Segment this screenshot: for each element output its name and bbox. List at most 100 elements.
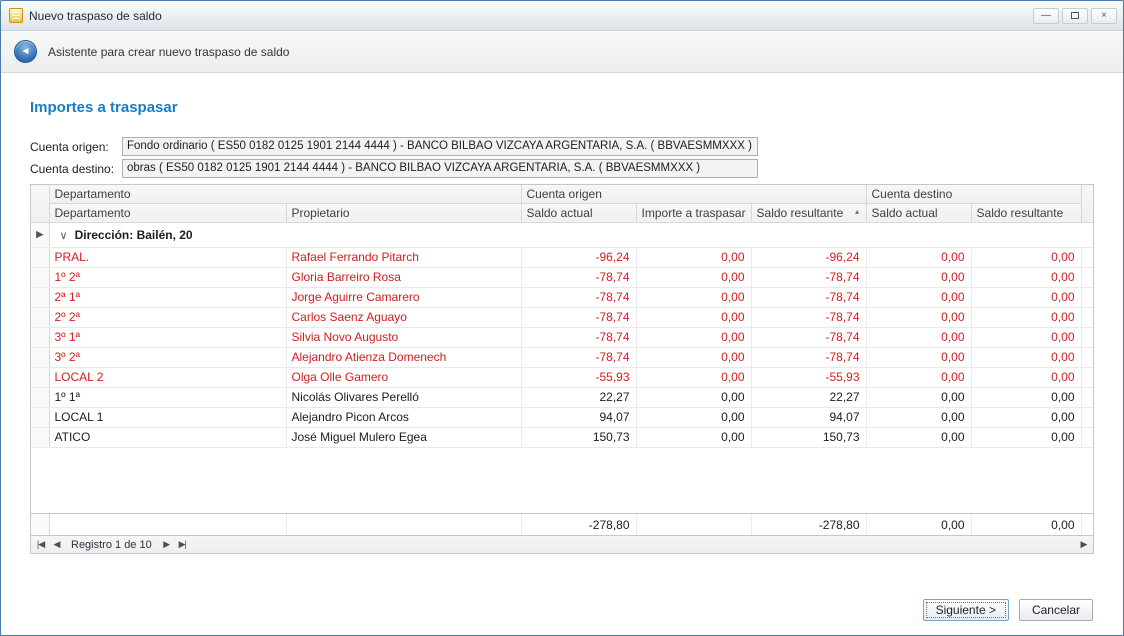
cell-saldo-actual[interactable]: 150,73 <box>521 427 636 447</box>
cell-importe-a-traspasar[interactable]: 0,00 <box>636 267 751 287</box>
table-row[interactable]: 1º 2ª Gloria Barreiro Rosa -78,74 0,00 -… <box>31 267 1093 287</box>
cell-saldo-resultante[interactable]: -78,74 <box>751 267 866 287</box>
col-departamento[interactable]: Departamento <box>49 203 286 222</box>
cell-departamento[interactable]: LOCAL 1 <box>49 407 286 427</box>
cell-importe-a-traspasar[interactable]: 0,00 <box>636 347 751 367</box>
cell-propietario[interactable]: Alejandro Atienza Domenech <box>286 347 521 367</box>
cell-importe-a-traspasar[interactable]: 0,00 <box>636 387 751 407</box>
cell-dest-saldo-actual[interactable]: 0,00 <box>866 387 971 407</box>
cell-saldo-resultante[interactable]: 22,27 <box>751 387 866 407</box>
cell-propietario[interactable]: Olga Olle Gamero <box>286 367 521 387</box>
cell-departamento[interactable]: 2ª 1ª <box>49 287 286 307</box>
cell-saldo-actual[interactable]: 22,27 <box>521 387 636 407</box>
table-row[interactable]: 3º 1ª Silvia Novo Augusto -78,74 0,00 -7… <box>31 327 1093 347</box>
table-row[interactable]: PRAL. Rafael Ferrando Pitarch -96,24 0,0… <box>31 247 1093 267</box>
siguiente-button[interactable]: Siguiente > <box>923 599 1009 621</box>
next-record-button[interactable]: ▶ <box>159 539 174 550</box>
cell-saldo-actual[interactable]: -96,24 <box>521 247 636 267</box>
cell-dest-saldo-resultante[interactable]: 0,00 <box>971 307 1081 327</box>
cell-dest-saldo-actual[interactable]: 0,00 <box>866 347 971 367</box>
cell-propietario[interactable]: Jorge Aguirre Camarero <box>286 287 521 307</box>
group-row[interactable]: ▶ ∨Dirección: Bailén, 20 <box>31 222 1093 247</box>
cell-importe-a-traspasar[interactable]: 0,00 <box>636 307 751 327</box>
cell-propietario[interactable]: José Miguel Mulero Egea <box>286 427 521 447</box>
col-propietario[interactable]: Propietario <box>286 203 521 222</box>
table-row[interactable]: 3º 2ª Alejandro Atienza Domenech -78,74 … <box>31 347 1093 367</box>
group-row-cell[interactable]: ∨Dirección: Bailén, 20 <box>49 222 1093 247</box>
cell-departamento[interactable]: LOCAL 2 <box>49 367 286 387</box>
prev-record-button[interactable]: ◀ <box>49 539 64 550</box>
cell-saldo-resultante[interactable]: 94,07 <box>751 407 866 427</box>
close-button[interactable]: × <box>1091 8 1117 24</box>
cell-dest-saldo-resultante[interactable]: 0,00 <box>971 427 1081 447</box>
cell-dest-saldo-actual[interactable]: 0,00 <box>866 267 971 287</box>
table-row[interactable]: 2º 2ª Carlos Saenz Aguayo -78,74 0,00 -7… <box>31 307 1093 327</box>
cell-departamento[interactable]: ATICO <box>49 427 286 447</box>
cell-dest-saldo-actual[interactable]: 0,00 <box>866 287 971 307</box>
cell-saldo-actual[interactable]: -78,74 <box>521 287 636 307</box>
cell-dest-saldo-resultante[interactable]: 0,00 <box>971 327 1081 347</box>
cell-departamento[interactable]: 1º 2ª <box>49 267 286 287</box>
restore-button[interactable] <box>1062 8 1088 24</box>
cancelar-button[interactable]: Cancelar <box>1019 599 1093 621</box>
col-dest-saldo-actual[interactable]: Saldo actual <box>866 203 971 222</box>
cuenta-origen-field[interactable]: Fondo ordinario ( ES50 0182 0125 1901 21… <box>122 137 758 156</box>
col-saldo-actual[interactable]: Saldo actual <box>521 203 636 222</box>
cell-dest-saldo-resultante[interactable]: 0,00 <box>971 267 1081 287</box>
cell-dest-saldo-actual[interactable]: 0,00 <box>866 307 971 327</box>
cell-saldo-actual[interactable]: -55,93 <box>521 367 636 387</box>
cell-saldo-actual[interactable]: 94,07 <box>521 407 636 427</box>
table-row[interactable]: 2ª 1ª Jorge Aguirre Camarero -78,74 0,00… <box>31 287 1093 307</box>
cell-dest-saldo-actual[interactable]: 0,00 <box>866 367 971 387</box>
horizontal-scrollbar[interactable] <box>191 536 1075 553</box>
cell-departamento[interactable]: 3º 2ª <box>49 347 286 367</box>
cell-saldo-resultante[interactable]: -78,74 <box>751 327 866 347</box>
minimize-button[interactable]: — <box>1033 8 1059 24</box>
table-row[interactable]: ATICO José Miguel Mulero Egea 150,73 0,0… <box>31 427 1093 447</box>
col-saldo-resultante[interactable]: Saldo resultante ▲ <box>751 203 866 222</box>
table-row[interactable]: LOCAL 1 Alejandro Picon Arcos 94,07 0,00… <box>31 407 1093 427</box>
cell-propietario[interactable]: Nicolás Olivares Perelló <box>286 387 521 407</box>
cell-propietario[interactable]: Silvia Novo Augusto <box>286 327 521 347</box>
band-cuenta-origen[interactable]: Cuenta origen <box>521 185 866 203</box>
cell-saldo-resultante[interactable]: -96,24 <box>751 247 866 267</box>
band-departamento[interactable]: Departamento <box>49 185 521 203</box>
cell-saldo-actual[interactable]: -78,74 <box>521 347 636 367</box>
table-row[interactable]: 1º 1ª Nicolás Olivares Perelló 22,27 0,0… <box>31 387 1093 407</box>
cell-saldo-resultante[interactable]: -55,93 <box>751 367 866 387</box>
cell-dest-saldo-resultante[interactable]: 0,00 <box>971 387 1081 407</box>
cell-dest-saldo-actual[interactable]: 0,00 <box>866 407 971 427</box>
cell-saldo-resultante[interactable]: -78,74 <box>751 347 866 367</box>
cell-dest-saldo-actual[interactable]: 0,00 <box>866 327 971 347</box>
cell-dest-saldo-actual[interactable]: 0,00 <box>866 427 971 447</box>
cell-saldo-actual[interactable]: -78,74 <box>521 327 636 347</box>
cell-dest-saldo-actual[interactable]: 0,00 <box>866 247 971 267</box>
titlebar[interactable]: Nuevo traspaso de saldo — × <box>1 1 1123 31</box>
cell-departamento[interactable]: 1º 1ª <box>49 387 286 407</box>
cell-propietario[interactable]: Gloria Barreiro Rosa <box>286 267 521 287</box>
cell-importe-a-traspasar[interactable]: 0,00 <box>636 327 751 347</box>
cell-departamento[interactable]: PRAL. <box>49 247 286 267</box>
cell-importe-a-traspasar[interactable]: 0,00 <box>636 407 751 427</box>
cell-importe-a-traspasar[interactable]: 0,00 <box>636 427 751 447</box>
cell-importe-a-traspasar[interactable]: 0,00 <box>636 367 751 387</box>
cell-saldo-resultante[interactable]: 150,73 <box>751 427 866 447</box>
first-record-button[interactable]: |◀ <box>33 539 48 550</box>
cell-dest-saldo-resultante[interactable]: 0,00 <box>971 287 1081 307</box>
cell-departamento[interactable]: 3º 1ª <box>49 327 286 347</box>
cell-propietario[interactable]: Rafael Ferrando Pitarch <box>286 247 521 267</box>
last-record-button[interactable]: ▶| <box>175 539 190 550</box>
cuenta-destino-field[interactable]: obras ( ES50 0182 0125 1901 2144 4444 ) … <box>122 159 758 178</box>
back-button[interactable]: ◄ <box>14 40 37 63</box>
cell-dest-saldo-resultante[interactable]: 0,00 <box>971 367 1081 387</box>
collapse-icon[interactable]: ∨ <box>60 230 68 242</box>
cell-departamento[interactable]: 2º 2ª <box>49 307 286 327</box>
cell-saldo-resultante[interactable]: -78,74 <box>751 307 866 327</box>
col-importe-a-traspasar[interactable]: Importe a traspasar <box>636 203 751 222</box>
table-row[interactable]: LOCAL 2 Olga Olle Gamero -55,93 0,00 -55… <box>31 367 1093 387</box>
col-dest-saldo-resultante[interactable]: Saldo resultante <box>971 203 1081 222</box>
cell-propietario[interactable]: Carlos Saenz Aguayo <box>286 307 521 327</box>
cell-saldo-resultante[interactable]: -78,74 <box>751 287 866 307</box>
cell-dest-saldo-resultante[interactable]: 0,00 <box>971 407 1081 427</box>
cell-saldo-actual[interactable]: -78,74 <box>521 267 636 287</box>
